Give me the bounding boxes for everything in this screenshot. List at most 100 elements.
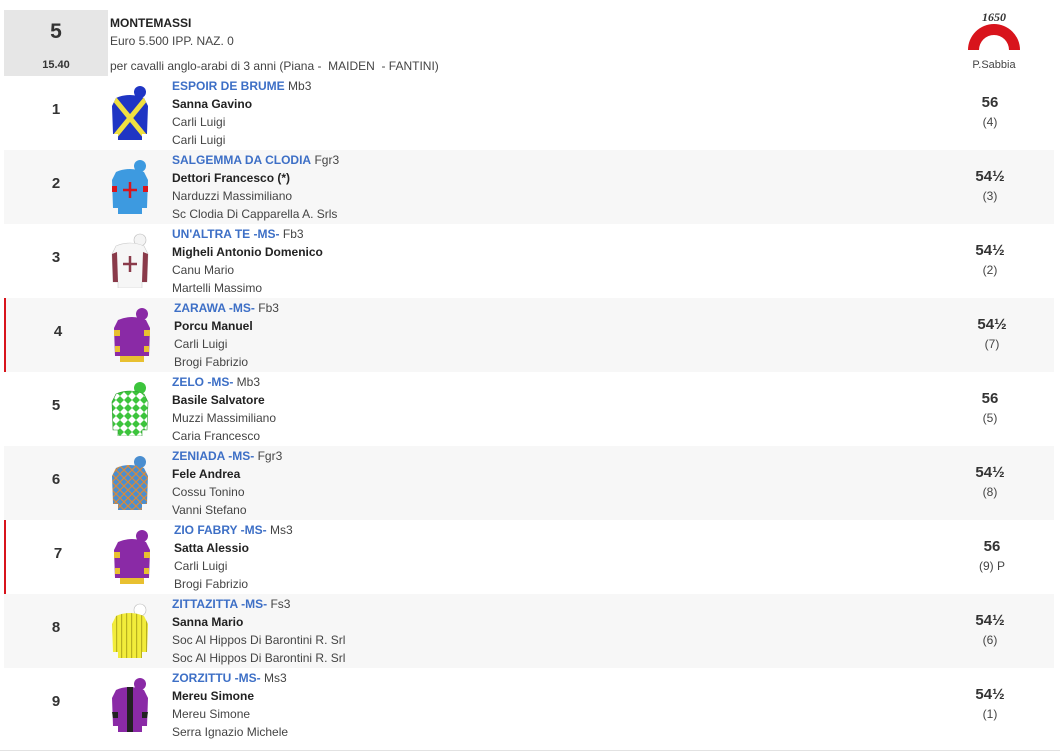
runner-weight: 54½ xyxy=(975,464,1005,481)
race-name: MONTEMASSI xyxy=(110,16,192,30)
runner-row: 4 ZARAWA -MS- Fb3 Porcu Manuel Carli Lui… xyxy=(4,298,1054,372)
runner-draw: (2) xyxy=(982,263,998,277)
owner-name: Brogi Fabrizio xyxy=(174,577,249,591)
runner-row: 2 SALGEMMA DA CLODIA Fgr3 Dettori France… xyxy=(4,150,1054,224)
runner-draw: (7) xyxy=(984,337,1000,351)
runner-number: 4 xyxy=(53,323,63,340)
owner-name: Serra Ignazio Michele xyxy=(172,725,289,739)
jockey-name: Satta Alessio xyxy=(174,541,249,555)
owner-name: Vanni Stefano xyxy=(172,503,247,517)
silk-white-maroon-cross-icon xyxy=(111,233,149,288)
runner-number: 5 xyxy=(51,397,61,414)
runner-row: 7 ZIO FABRY -MS- Ms3 Satta Alessio Carli… xyxy=(4,520,1054,594)
runner-draw: (4) xyxy=(982,115,998,129)
horse-name-link[interactable]: ZORZITTU -MS- Ms3 xyxy=(172,671,287,685)
runner-weight: 54½ xyxy=(975,168,1005,185)
track-logo-icon: 1650 xyxy=(968,10,1020,50)
jockey-name: Migheli Antonio Domenico xyxy=(172,245,323,259)
runner-row: 3 UN'ALTRA TE -MS- Fb3 Migheli Antonio D… xyxy=(4,224,1054,298)
owner-name: Carli Luigi xyxy=(172,133,226,147)
runner-number: 6 xyxy=(51,471,61,488)
horse-name-link[interactable]: ZIO FABRY -MS- Ms3 xyxy=(174,523,293,537)
runner-weight: 54½ xyxy=(975,242,1005,259)
runner-row: 8 ZITTAZITTA -MS- Fs3 Sanna Mario Soc Al… xyxy=(4,594,1054,668)
silk-purple-yellow-hoops-icon xyxy=(114,530,150,584)
track-logo-text: 1650 xyxy=(982,10,1006,24)
horse-meta: Fs3 xyxy=(270,597,291,611)
owner-name: Soc Al Hippos Di Barontini R. Srl xyxy=(172,651,346,665)
silk-lightblue-red-cross-icon xyxy=(112,160,148,214)
horse-name[interactable]: ZITTAZITTA -MS- xyxy=(172,597,267,611)
runner-weight: 56 xyxy=(981,390,999,407)
silk-yellow-stripes-icon xyxy=(112,603,148,658)
horse-name[interactable]: ESPOIR DE BRUME xyxy=(172,79,285,93)
race-conditions: per cavalli anglo-arabi di 3 anni (Piana… xyxy=(110,59,439,73)
runner-row: 1 ESPOIR DE BRUME Mb3 Sanna Gavino Carli… xyxy=(4,76,1054,150)
horse-name-link[interactable]: UN'ALTRA TE -MS- Fb3 xyxy=(172,227,304,241)
horse-name[interactable]: UN'ALTRA TE -MS- xyxy=(172,227,280,241)
runner-weight: 54½ xyxy=(977,316,1007,333)
runner-draw: (8) xyxy=(982,485,998,499)
horse-name-link[interactable]: ZENIADA -MS- Fgr3 xyxy=(172,449,282,463)
horse-name[interactable]: ZORZITTU -MS- xyxy=(172,671,261,685)
horse-name[interactable]: ZIO FABRY -MS- xyxy=(174,523,267,537)
jockey-name: Basile Salvatore xyxy=(172,393,265,407)
runner-weight: 54½ xyxy=(975,686,1005,703)
horse-meta: Fgr3 xyxy=(257,449,283,463)
runner-number: 3 xyxy=(51,249,61,266)
horse-name-link[interactable]: ZARAWA -MS- Fb3 xyxy=(174,301,279,315)
owner-name: Brogi Fabrizio xyxy=(174,355,249,369)
silk-blue-checks-icon xyxy=(112,456,148,510)
horse-name-link[interactable]: ZELO -MS- Mb3 xyxy=(172,375,260,389)
horse-meta: Mb3 xyxy=(236,375,261,389)
trainer-name: Muzzi Massimiliano xyxy=(172,411,277,425)
silk-purple-yellow-hoops-icon xyxy=(114,308,150,362)
horse-name[interactable]: ZENIADA -MS- xyxy=(172,449,254,463)
owner-name: Sc Clodia Di Capparella A. Srls xyxy=(172,207,338,221)
horse-name-link[interactable]: ZITTAZITTA -MS- Fs3 xyxy=(172,597,290,611)
runner-number: 8 xyxy=(51,619,61,636)
jockey-name: Fele Andrea xyxy=(172,467,241,481)
runner-draw: (5) xyxy=(982,411,998,425)
horse-name[interactable]: ZARAWA -MS- xyxy=(174,301,255,315)
horse-name-link[interactable]: ESPOIR DE BRUME Mb3 xyxy=(172,79,311,93)
runner-draw: (1) xyxy=(982,707,998,721)
runner-weight: 54½ xyxy=(975,612,1005,629)
trainer-name: Mereu Simone xyxy=(172,707,251,721)
runner-number: 2 xyxy=(51,175,61,192)
horse-meta: Ms3 xyxy=(264,671,287,685)
trainer-name: Canu Mario xyxy=(172,263,235,277)
runner-draw: (9) P xyxy=(978,559,1005,573)
jockey-name: Porcu Manuel xyxy=(174,319,253,333)
track-info: 1650 P.Sabbia xyxy=(958,10,1030,72)
race-number: 5 xyxy=(50,20,62,43)
runner-row: 6 ZENIADA -MS- Fgr3 Fele Andrea Cossu To… xyxy=(4,446,1054,520)
runner-weight: 56 xyxy=(981,94,999,111)
silk-purple-black-stripe-icon xyxy=(112,678,148,732)
runner-number: 9 xyxy=(51,693,61,710)
jockey-name: Sanna Gavino xyxy=(172,97,253,111)
silk-blue-yellow-cross-icon xyxy=(112,86,148,140)
horse-meta: Fb3 xyxy=(282,227,304,241)
silk-green-white-diamonds-icon xyxy=(111,382,149,436)
runner-row: 9 ZORZITTU -MS- Ms3 Mereu Simone Mereu S… xyxy=(4,668,1054,742)
owner-name: Martelli Massimo xyxy=(172,281,263,295)
horse-name[interactable]: ZELO -MS- xyxy=(172,375,233,389)
trainer-name: Carli Luigi xyxy=(174,559,228,573)
trainer-name: Soc Al Hippos Di Barontini R. Srl xyxy=(172,633,346,647)
runner-draw: (3) xyxy=(982,189,998,203)
horse-meta: Fgr3 xyxy=(314,153,340,167)
horse-name[interactable]: SALGEMMA DA CLODIA xyxy=(172,153,311,167)
horse-name-link[interactable]: SALGEMMA DA CLODIA Fgr3 xyxy=(172,153,339,167)
runner-number: 1 xyxy=(51,101,61,118)
track-name: P.Sabbia xyxy=(972,59,1016,71)
race-number-box: 5 15.40 xyxy=(4,10,108,76)
race-prize: Euro 5.500 IPP. NAZ. 0 xyxy=(110,34,234,48)
jockey-name: Mereu Simone xyxy=(172,689,255,703)
trainer-name: Carli Luigi xyxy=(174,337,228,351)
jockey-name: Sanna Mario xyxy=(172,615,244,629)
jockey-name: Dettori Francesco (*) xyxy=(172,171,291,185)
runner-draw: (6) xyxy=(982,633,998,647)
race-header: 5 15.40 MONTEMASSI Euro 5.500 IPP. NAZ. … xyxy=(4,10,1054,76)
trainer-name: Carli Luigi xyxy=(172,115,226,129)
